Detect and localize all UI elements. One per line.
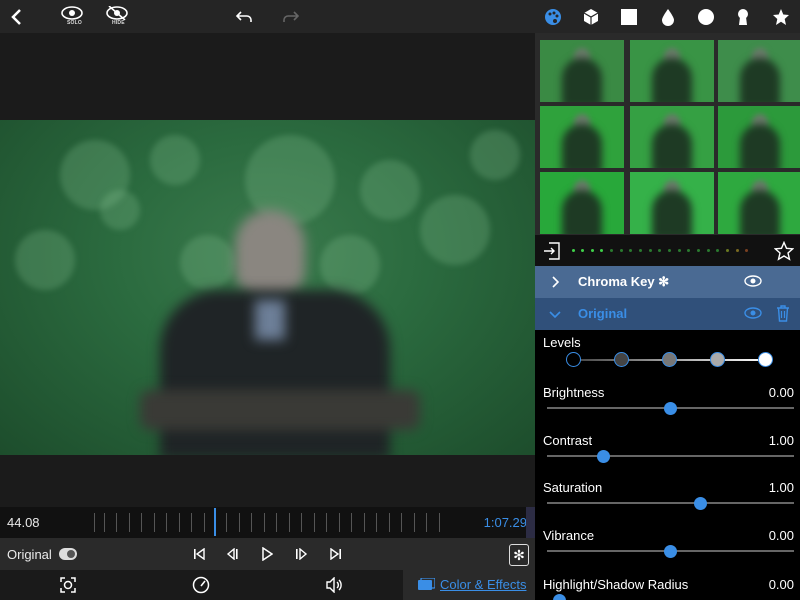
undo-icon[interactable] — [234, 0, 254, 33]
param-label: Contrast — [543, 433, 593, 448]
layer-chroma-key[interactable]: Chroma Key ✻ — [535, 266, 800, 298]
param-value: 0.00 — [768, 528, 794, 543]
transport-bar: Original — [0, 538, 535, 570]
param-value: 1.00 — [768, 433, 794, 448]
hide-label: HIDE — [112, 20, 125, 26]
brightness-slider[interactable] — [664, 402, 677, 415]
top-toolbar: SOLO HIDE — [0, 0, 800, 33]
preset-thumbnail[interactable] — [540, 40, 624, 102]
favorite-star-icon[interactable] — [774, 241, 794, 261]
param-value: 0.00 — [768, 385, 794, 400]
param-label: Saturation — [543, 480, 603, 495]
param-label: Highlight/Shadow Radius — [543, 577, 689, 592]
audio-meter-row — [535, 235, 800, 267]
saturation-slider[interactable] — [693, 497, 707, 510]
timeline[interactable]: 44.08 1:07.29 — [0, 507, 535, 538]
levels-black-point[interactable] — [566, 352, 581, 367]
preset-thumbnail[interactable] — [718, 40, 800, 102]
color-effects-tab[interactable]: Color & Effects — [403, 570, 535, 600]
drop-icon[interactable] — [658, 0, 678, 33]
import-icon[interactable] — [543, 242, 561, 260]
levels-label: Levels — [543, 335, 581, 350]
speed-icon[interactable] — [191, 575, 211, 595]
param-label: Vibrance — [543, 528, 595, 543]
solo-eye-icon[interactable]: SOLO — [60, 0, 84, 33]
total-time: 1:07.29 — [483, 515, 527, 530]
visibility-eye-icon[interactable] — [744, 274, 762, 288]
original-label: Original — [7, 547, 52, 562]
volume-icon[interactable] — [324, 575, 344, 595]
original-toggle[interactable] — [59, 548, 77, 560]
vibrance-slider[interactable] — [664, 545, 677, 558]
step-back-icon[interactable] — [223, 544, 243, 564]
preset-thumbnail[interactable] — [630, 40, 714, 102]
skip-end-icon[interactable] — [326, 544, 346, 564]
preset-thumbnail[interactable] — [540, 106, 624, 168]
timeline-end-marker — [526, 507, 535, 538]
preset-thumbnails — [535, 33, 800, 235]
preview-area — [0, 33, 535, 507]
contrast-slider[interactable] — [597, 450, 611, 463]
timeline-ticks — [90, 510, 450, 534]
circle-icon[interactable] — [696, 0, 716, 33]
layer-name: Original — [578, 306, 628, 321]
keyhole-icon[interactable] — [733, 0, 753, 33]
trash-icon[interactable] — [776, 305, 790, 322]
focus-icon[interactable] — [58, 575, 78, 595]
levels-white-point[interactable] — [758, 352, 773, 367]
param-value: 1.00 — [768, 480, 794, 495]
color-effects-icon — [418, 578, 435, 590]
param-track — [547, 502, 794, 504]
redo-icon[interactable] — [281, 0, 301, 33]
layer-original[interactable]: Original — [535, 298, 800, 330]
hide-eye-icon[interactable]: HIDE — [105, 0, 129, 33]
video-preview[interactable] — [0, 120, 535, 455]
star-icon[interactable] — [771, 0, 791, 33]
skip-start-icon[interactable] — [189, 544, 209, 564]
highlight-shadow-radius-slider[interactable] — [552, 594, 566, 600]
layer-name: Chroma Key ✻ — [578, 274, 670, 289]
visibility-eye-icon[interactable] — [744, 306, 762, 320]
effects-panel-icon[interactable]: ✻ — [509, 544, 529, 566]
param-value: 0.00 — [768, 577, 794, 592]
preset-thumbnail[interactable] — [630, 106, 714, 168]
play-icon[interactable] — [257, 544, 277, 564]
levels-shadow-point[interactable] — [614, 352, 629, 367]
playhead[interactable] — [214, 508, 216, 536]
preset-thumbnail[interactable] — [718, 106, 800, 168]
param-label: Brightness — [543, 385, 605, 400]
adjustments-panel: Levels Brightness 0.00 Contrast 1.00 Sat… — [535, 330, 800, 600]
levels-midtone-point[interactable] — [662, 352, 677, 367]
cube-icon[interactable] — [581, 0, 601, 33]
chevron-right-icon[interactable] — [547, 274, 563, 290]
palette-icon[interactable] — [543, 0, 563, 33]
right-panel: Chroma Key ✻ Original Levels Brightness … — [535, 33, 800, 600]
back-icon[interactable] — [6, 0, 26, 33]
current-time: 44.08 — [7, 515, 40, 530]
preset-thumbnail[interactable] — [540, 172, 624, 234]
preset-thumbnail[interactable] — [630, 172, 714, 234]
square-icon[interactable] — [619, 0, 639, 33]
preset-thumbnail[interactable] — [718, 172, 800, 234]
param-track — [547, 455, 794, 457]
step-forward-icon[interactable] — [291, 544, 311, 564]
color-effects-label: Color & Effects — [440, 577, 527, 592]
levels-highlight-point[interactable] — [710, 352, 725, 367]
chevron-down-icon[interactable] — [547, 306, 563, 322]
solo-label: SOLO — [67, 20, 82, 26]
